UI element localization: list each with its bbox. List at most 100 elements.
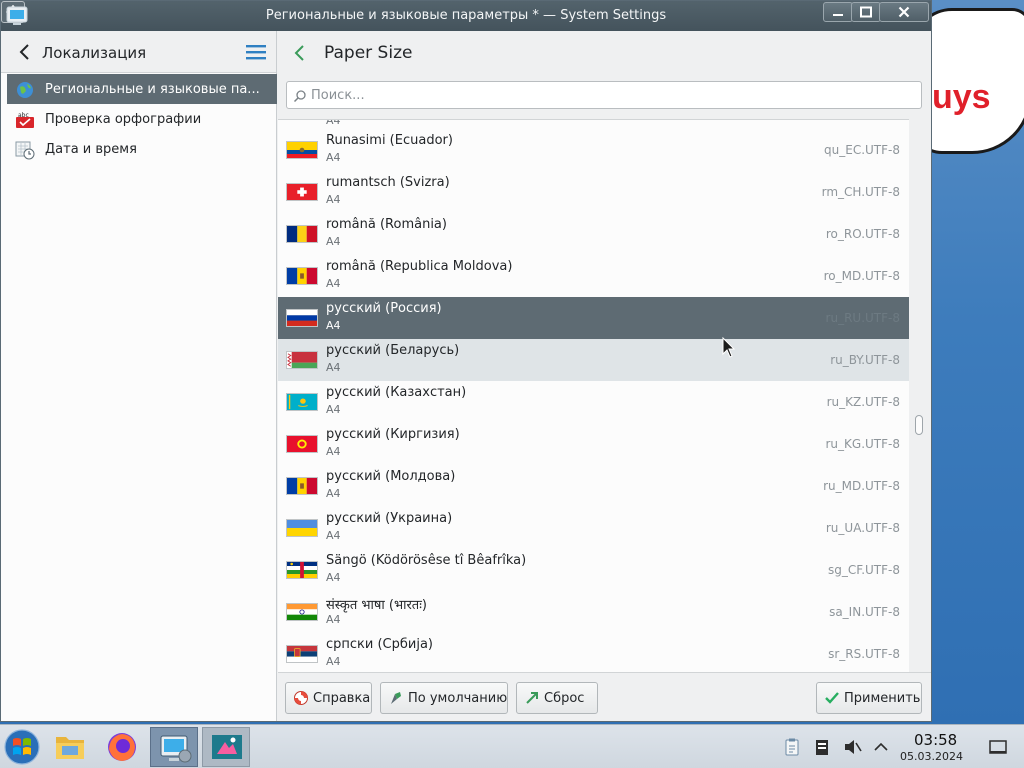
chevron-up-icon[interactable] — [871, 737, 891, 757]
locale-name: русский (Казахстан) — [326, 385, 467, 400]
reset-button[interactable]: Сброс — [516, 682, 598, 714]
locale-name: русский (Беларусь) — [326, 343, 460, 358]
list-item[interactable]: română (Republica Moldova) A4 ro_MD.UTF-… — [278, 255, 909, 297]
locale-code: ru_RU.UTF-8 — [825, 311, 900, 325]
list-scrollbar[interactable] — [910, 119, 929, 672]
list-item[interactable]: русский (Казахстан) A4 ru_KZ.UTF-8 — [278, 381, 909, 423]
defaults-button-label: По умолчанию — [408, 691, 508, 706]
list-item[interactable]: српски (Србија) A4 sr_RS.UTF-8 — [278, 633, 909, 672]
back-arrow-icon[interactable] — [290, 43, 310, 63]
locale-code: sa_IN.UTF-8 — [829, 605, 900, 619]
hamburger-menu-icon[interactable] — [245, 43, 267, 61]
sidebar-item-regional-settings[interactable]: Региональные и языковые па... — [7, 74, 277, 104]
sidebar-title: Локализация — [42, 44, 147, 62]
maximize-button[interactable] — [851, 2, 881, 22]
list-item[interactable]: română (România) A4 ro_RO.UTF-8 — [278, 213, 909, 255]
notes-tray-icon[interactable] — [812, 737, 832, 757]
locale-code: ru_MD.UTF-8 — [823, 479, 900, 493]
clock-date[interactable]: 05.03.2024 — [900, 750, 963, 763]
mouse-cursor-icon — [722, 337, 736, 358]
system-settings-window: Региональные и языковые параметры * — Sy… — [0, 0, 932, 722]
locale-name: Sängö (Ködörösêse tî Bêafrîka) — [326, 553, 527, 568]
close-button[interactable] — [879, 2, 929, 22]
sidebar: Локализация Региональные и языковые па..… — [1, 31, 277, 721]
volume-muted-icon[interactable] — [842, 737, 862, 757]
paper-size: A4 — [326, 571, 341, 584]
central-african-republic-flag-icon — [286, 561, 318, 579]
maximize-icon — [860, 6, 872, 18]
help-button-label: Справка — [313, 691, 371, 706]
back-arrow-icon[interactable] — [15, 42, 35, 62]
main-pane: Paper Size A4 Runasimi (Ecuador) A4 qu_E… — [278, 31, 931, 721]
list-item[interactable]: संस्कृत भाषा (भारतः) A4 sa_IN.UTF-8 — [278, 591, 909, 633]
list-item-partial: A4 — [326, 119, 341, 127]
firefox-button[interactable] — [100, 727, 144, 767]
paper-size: A4 — [326, 193, 341, 206]
clock-time[interactable]: 03:58 — [914, 731, 957, 749]
defaults-button[interactable]: По умолчанию — [380, 682, 508, 714]
svg-text:abc: abc — [18, 112, 29, 119]
globe-icon — [17, 82, 33, 98]
paper-size: A4 — [326, 613, 341, 626]
reset-button-label: Сброс — [544, 691, 585, 706]
firefox-icon — [108, 733, 136, 761]
locale-name: संस्कृत भाषा (भारतः) — [326, 598, 427, 613]
paper-size: A4 — [326, 445, 341, 458]
show-desktop-icon[interactable] — [988, 737, 1008, 757]
locale-code: ru_KG.UTF-8 — [825, 437, 900, 451]
paper-size: A4 — [326, 403, 341, 416]
kazakhstan-flag-icon — [286, 393, 318, 411]
locale-code: rm_CH.UTF-8 — [821, 185, 900, 199]
paper-size: A4 — [326, 151, 341, 164]
windows-logo-icon — [4, 729, 40, 765]
list-item[interactable]: русский (Молдова) A4 ru_MD.UTF-8 — [278, 465, 909, 507]
defaults-icon — [391, 692, 401, 704]
start-menu-button[interactable] — [0, 727, 44, 767]
paper-size: A4 — [326, 277, 341, 290]
ukraine-flag-icon — [286, 519, 318, 537]
apply-button-label: Применить — [844, 691, 921, 706]
file-manager-button[interactable] — [48, 727, 92, 767]
serbia-flag-icon — [286, 645, 318, 663]
list-item[interactable]: Runasimi (Ecuador) A4 qu_EC.UTF-8 — [278, 129, 909, 171]
checkmark-icon — [825, 692, 839, 704]
desktop-bubble-text: uys — [932, 78, 991, 116]
list-item[interactable]: русский (Киргизия) A4 ru_KG.UTF-8 — [278, 423, 909, 465]
list-item-selected[interactable]: русский (Россия) A4 ru_RU.UTF-8 — [278, 297, 909, 339]
paper-size: A4 — [326, 235, 341, 248]
sidebar-item-spellcheck[interactable]: abc Проверка орфографии — [7, 104, 277, 134]
system-settings-icon — [160, 735, 192, 763]
help-button[interactable]: Справка — [285, 682, 372, 714]
minimize-button[interactable] — [823, 2, 853, 22]
sidebar-item-label: Дата и время — [45, 142, 137, 157]
list-item[interactable]: Sängö (Ködörösêse tî Bêafrîka) A4 sg_CF.… — [278, 549, 909, 591]
locale-code: sr_RS.UTF-8 — [828, 647, 900, 661]
search-input[interactable] — [311, 86, 911, 104]
sidebar-item-label: Проверка орфографии — [45, 112, 202, 127]
locale-name: русский (Украина) — [326, 511, 453, 526]
switzerland-flag-icon — [286, 183, 318, 201]
folder-icon — [56, 737, 84, 759]
system-settings-task[interactable] — [150, 727, 198, 767]
paper-size-locale-list[interactable]: A4 Runasimi (Ecuador) A4 qu_EC.UTF-8 rum… — [278, 119, 909, 672]
apply-button[interactable]: Применить — [816, 682, 922, 714]
kde-app-icon — [212, 735, 242, 759]
list-item[interactable]: русский (Украина) A4 ru_UA.UTF-8 — [278, 507, 909, 549]
list-item-hovered[interactable]: русский (Беларусь) A4 ru_BY.UTF-8 — [278, 339, 909, 381]
locale-name: Runasimi (Ecuador) — [326, 133, 453, 148]
clipboard-tray-icon[interactable] — [782, 737, 802, 757]
scrollbar-thumb[interactable] — [915, 415, 923, 435]
search-box[interactable] — [286, 81, 922, 109]
close-icon — [898, 6, 910, 18]
window-titlebar[interactable]: Региональные и языковые параметры * — Sy… — [1, 1, 931, 31]
moldova-flag-icon — [286, 477, 318, 495]
paper-size: A4 — [326, 529, 341, 542]
locale-code: ro_MD.UTF-8 — [823, 269, 900, 283]
calendar-clock-icon — [15, 141, 35, 160]
locale-name: русский (Киргизия) — [326, 427, 460, 442]
locale-code: qu_EC.UTF-8 — [824, 143, 900, 157]
list-item[interactable]: rumantsch (Svizra) A4 rm_CH.UTF-8 — [278, 171, 909, 213]
sidebar-item-date-time[interactable]: Дата и время — [7, 134, 277, 164]
locale-name: русский (Молдова) — [326, 469, 456, 484]
kde-app-task[interactable] — [202, 727, 250, 767]
